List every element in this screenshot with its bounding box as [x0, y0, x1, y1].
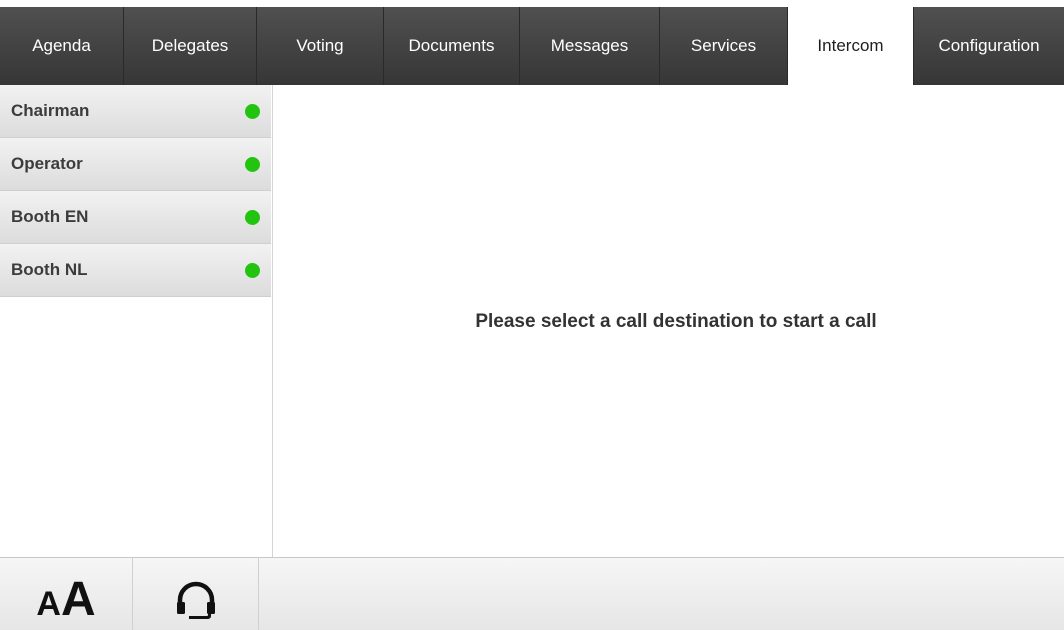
destination-booth-en[interactable]: Booth EN — [0, 191, 271, 244]
headset-button[interactable] — [133, 558, 259, 630]
tab-agenda[interactable]: Agenda — [0, 7, 124, 85]
tab-services[interactable]: Services — [660, 7, 788, 85]
destination-label: Booth EN — [11, 207, 89, 226]
tab-documents[interactable]: Documents — [384, 7, 520, 85]
tab-intercom[interactable]: Intercom — [788, 7, 914, 85]
tab-configuration[interactable]: Configuration — [914, 7, 1064, 85]
headset-icon — [173, 561, 219, 628]
bottom-toolbar: AA — [0, 557, 1064, 630]
destination-label: Chairman — [11, 101, 90, 120]
call-prompt-text: Please select a call destination to star… — [475, 311, 877, 332]
destination-booth-nl[interactable]: Booth NL — [0, 244, 271, 297]
tab-bar: Agenda Delegates Voting Documents Messag… — [0, 7, 1064, 85]
call-destination-list: Chairman Operator Booth EN Booth NL — [0, 85, 273, 557]
status-online-indicator — [245, 103, 260, 119]
destination-label: Booth NL — [11, 260, 88, 279]
call-panel: Please select a call destination to star… — [273, 85, 1064, 557]
font-size-icon: AA — [36, 573, 96, 626]
destination-chairman[interactable]: Chairman — [0, 85, 271, 138]
tab-messages[interactable]: Messages — [520, 7, 660, 85]
top-strip — [0, 0, 1064, 7]
tab-voting[interactable]: Voting — [257, 7, 384, 85]
intercom-app: Agenda Delegates Voting Documents Messag… — [0, 0, 1064, 630]
destination-label: Operator — [11, 154, 83, 173]
destination-operator[interactable]: Operator — [0, 138, 271, 191]
status-online-indicator — [245, 156, 260, 172]
font-size-button[interactable]: AA — [0, 558, 133, 630]
tab-delegates[interactable]: Delegates — [124, 7, 257, 85]
status-online-indicator — [245, 262, 260, 278]
status-online-indicator — [245, 209, 260, 225]
